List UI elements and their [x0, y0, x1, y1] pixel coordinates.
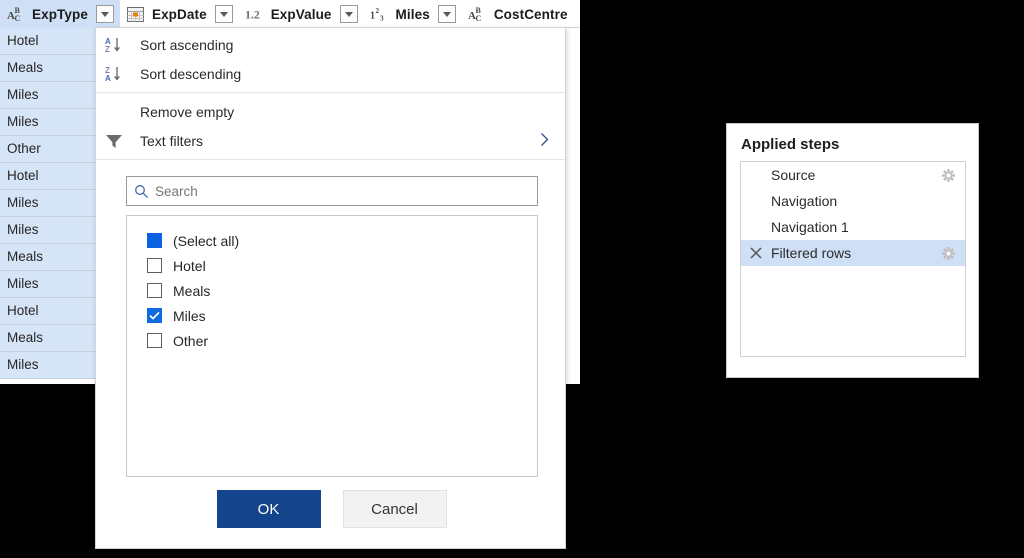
column-filter-panel: A Z Sort ascending Z A Sort descending R… [95, 27, 566, 549]
column-header-expdate[interactable]: ExpDate [120, 0, 239, 28]
grid-cell[interactable]: Miles [0, 217, 99, 244]
column-filter-dropdown-exptype[interactable] [95, 5, 114, 23]
column-filter-dropdown-miles[interactable] [437, 5, 456, 23]
menu-item-remove-empty[interactable]: Remove empty [96, 97, 565, 126]
checkbox-icon[interactable] [147, 333, 162, 348]
column-header-label: ExpType [32, 6, 88, 22]
svg-text:3: 3 [380, 14, 384, 22]
filter-list-item-label: Meals [173, 282, 211, 299]
delete-step-icon[interactable] [747, 247, 765, 259]
filter-menu-group: Remove empty Text filters [96, 97, 565, 155]
column-filter-dropdown-expdate[interactable] [214, 5, 233, 23]
integer-type-icon: 1 2 3 [370, 5, 390, 23]
filter-list-item-label: Hotel [173, 257, 206, 274]
applied-step-item[interactable]: Source [741, 162, 965, 188]
search-icon [127, 184, 155, 199]
search-box[interactable] [126, 176, 538, 206]
svg-text:A: A [105, 74, 111, 83]
svg-text:C: C [14, 14, 20, 22]
menu-item-label: Sort descending [140, 65, 242, 82]
gear-icon[interactable] [942, 246, 955, 260]
sort-descending-icon: Z A [105, 65, 133, 83]
chevron-right-icon [540, 132, 549, 150]
filter-list-item[interactable]: Hotel [127, 253, 537, 278]
applied-step-label: Navigation 1 [771, 219, 849, 235]
search-input[interactable] [155, 183, 537, 199]
grid-cell[interactable]: Other [0, 136, 99, 163]
select-all-checkbox[interactable] [147, 233, 162, 248]
grid-cell[interactable]: Meals [0, 55, 99, 82]
applied-step-item[interactable]: Navigation [741, 188, 965, 214]
applied-steps-list[interactable]: Source Navigation Navigation 1 Filtered row… [740, 161, 966, 357]
grid-cell[interactable]: Miles [0, 271, 99, 298]
menu-item-sort-descending[interactable]: Z A Sort descending [96, 59, 565, 88]
ok-button[interactable]: OK [216, 490, 321, 528]
decimal-type-icon: 1.2 [245, 5, 265, 23]
column-header-label: ExpDate [151, 6, 207, 22]
grid-cell[interactable]: Meals [0, 244, 99, 271]
menu-item-label: Remove empty [140, 103, 235, 120]
checkbox-icon[interactable] [147, 283, 162, 298]
menu-item-text-filters[interactable]: Text filters [96, 126, 565, 155]
svg-text:1.2: 1.2 [245, 8, 260, 22]
column-header-miles[interactable]: 1 2 3 Miles [364, 0, 462, 28]
menu-item-label: Text filters [140, 132, 204, 149]
filter-list-item-label: Other [173, 332, 209, 349]
calendar-icon [126, 5, 146, 23]
column-header-expvalue[interactable]: 1.2 ExpValue [239, 0, 364, 28]
sort-menu-group: A Z Sort ascending Z A Sort descending [96, 28, 565, 88]
grid-cell[interactable]: Hotel [0, 163, 99, 190]
applied-steps-title: Applied steps [741, 136, 840, 153]
menu-item-sort-ascending[interactable]: A Z Sort ascending [96, 30, 565, 59]
grid-cell[interactable]: Hotel [0, 298, 99, 325]
column-header-label: CostCentre [493, 6, 568, 22]
screenshot-root: A B C ExpType ExpDate 1.2 ExpValue 1 2 3… [0, 0, 1024, 558]
applied-step-item[interactable]: Filtered rows [741, 240, 965, 266]
filter-list-item[interactable]: Other [127, 328, 537, 353]
applied-steps-panel: Applied steps Source Navigation Navigation… [726, 123, 979, 378]
svg-text:C: C [476, 14, 482, 22]
filter-list-item-label: (Select all) [173, 232, 240, 249]
svg-text:1: 1 [370, 11, 375, 22]
svg-text:2: 2 [375, 7, 379, 15]
column-header-exptype[interactable]: A B C ExpType [0, 0, 120, 28]
applied-step-item[interactable]: Navigation 1 [741, 214, 965, 240]
exptype-column-cells: Hotel Meals Miles Miles Other Hotel Miles Miles… [0, 28, 99, 379]
filter-list-item-label: Miles [173, 307, 206, 324]
gear-icon[interactable] [942, 168, 955, 182]
filter-list-item[interactable]: (Select all) [127, 228, 537, 253]
column-header-label: ExpValue [270, 6, 332, 22]
grid-header-row: A B C ExpType ExpDate 1.2 ExpValue 1 2 3… [0, 0, 580, 28]
menu-divider [96, 159, 565, 160]
column-header-label: Miles [395, 6, 430, 22]
grid-cell[interactable]: Miles [0, 82, 99, 109]
text-type-icon: A B C [468, 5, 488, 23]
grid-cell[interactable]: Meals [0, 325, 99, 352]
filter-list-item[interactable]: Miles [127, 303, 537, 328]
checkbox-icon[interactable] [147, 258, 162, 273]
text-type-icon: A B C [6, 5, 26, 23]
applied-step-label: Filtered rows [771, 245, 852, 261]
menu-item-label: Sort ascending [140, 36, 234, 53]
column-header-costcentre[interactable]: A B C CostCentre [462, 0, 568, 28]
grid-cell[interactable]: Hotel [0, 28, 99, 55]
grid-cell[interactable]: Miles [0, 109, 99, 136]
grid-cell[interactable]: Miles [0, 352, 99, 379]
svg-text:Z: Z [105, 45, 110, 54]
applied-step-label: Navigation [771, 193, 838, 209]
applied-step-label: Source [771, 167, 816, 183]
funnel-icon [105, 133, 133, 149]
checkbox-icon[interactable] [147, 308, 162, 323]
cancel-button[interactable]: Cancel [342, 490, 447, 528]
grid-cell[interactable]: Miles [0, 190, 99, 217]
filter-list-item[interactable]: Meals [127, 278, 537, 303]
menu-divider [96, 92, 565, 93]
dialog-button-row: OK Cancel [96, 490, 567, 528]
filter-value-list[interactable]: (Select all) Hotel Meals Miles Other [126, 215, 538, 477]
sort-ascending-icon: A Z [105, 36, 133, 54]
column-filter-dropdown-expvalue[interactable] [339, 5, 358, 23]
